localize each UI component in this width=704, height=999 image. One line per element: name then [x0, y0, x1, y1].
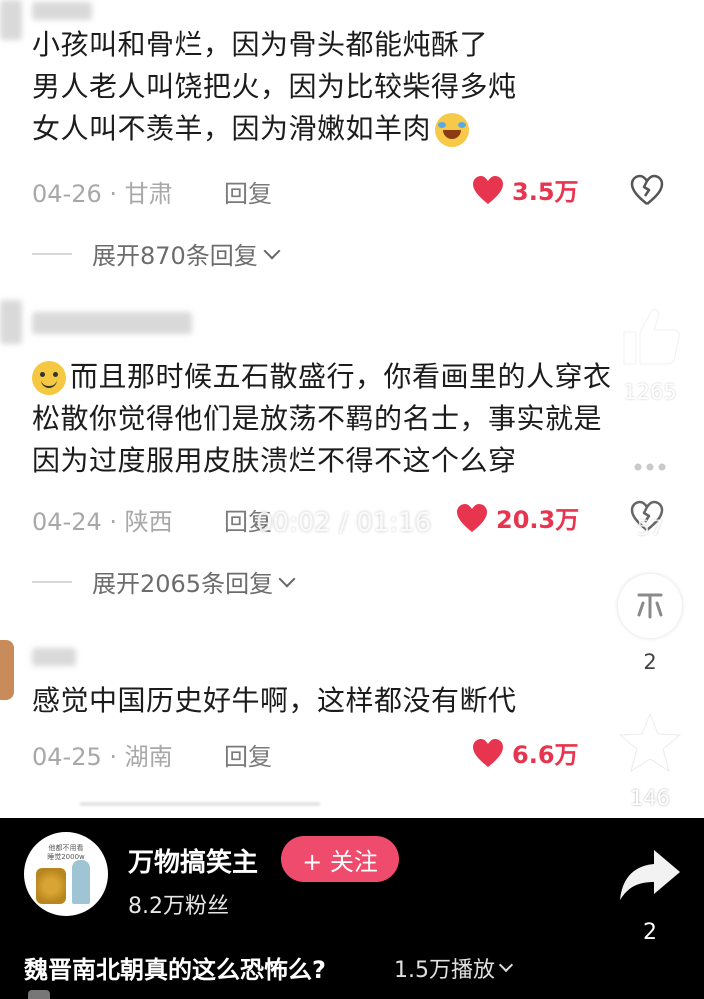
- comment-line: 女人叫不羡羊，因为滑嫩如羊肉: [32, 108, 592, 150]
- author-avatar[interactable]: 他都不用看 睡觉2000w: [24, 832, 108, 916]
- bottom-nav-icon-partial[interactable]: [28, 990, 50, 999]
- video-title: 魏晋南北朝真的这么恐怖么?: [24, 956, 326, 984]
- divider-line: [32, 580, 72, 583]
- comment-1-date-location: 04-26 · 甘肃: [32, 180, 173, 208]
- username-blurred[interactable]: [32, 312, 192, 334]
- comment-2-date-location: 04-24 · 陕西: [32, 508, 173, 536]
- share-count: 2: [643, 920, 657, 945]
- thumbs-up-icon: [623, 309, 680, 365]
- play-count: 1.5万播放: [394, 958, 495, 983]
- comment-1-like-button[interactable]: 3.5万: [472, 172, 579, 207]
- heart-filled-icon: [473, 738, 503, 767]
- comment-3-like-count: 6.6万: [512, 741, 579, 769]
- comment-3-date-location: 04-25 · 湖南: [32, 743, 173, 771]
- dislike-icon: [637, 593, 663, 619]
- avatar[interactable]: [0, 640, 14, 700]
- chevron-down-icon: [278, 570, 296, 587]
- laughing-crying-emoji-icon: [435, 113, 470, 147]
- next-comment-partial: [80, 802, 320, 806]
- like-video-button[interactable]: [614, 300, 686, 372]
- comment-line: 男人老人叫饶把火，因为比较柴得多炖: [32, 70, 517, 103]
- comment-1-reply-button[interactable]: 回复: [224, 174, 272, 209]
- comment-1-like-count: 3.5万: [512, 178, 579, 206]
- comment-1-expand-replies[interactable]: 展开870条回复: [32, 236, 281, 271]
- avatar-blurred[interactable]: [0, 300, 22, 344]
- heart-filled-icon: [457, 503, 487, 532]
- video-plays[interactable]: 1.5万播放: [394, 952, 514, 984]
- comment-video-button[interactable]: [616, 436, 684, 504]
- chevron-down-icon: [498, 957, 514, 973]
- dislike-video-button[interactable]: [618, 574, 682, 638]
- comment-2-expand-replies[interactable]: 展开2065条回复: [32, 564, 296, 599]
- video-time-overlay: 00:02 / 01:16: [256, 508, 432, 538]
- follow-button[interactable]: + 关注: [281, 836, 399, 882]
- comment-2-text: 而且那时候五石散盛行，你看画里的人穿衣 松散你觉得他们是放荡不羁的名士，事实就是…: [32, 356, 682, 482]
- comment-2-like-button[interactable]: 20.3万: [456, 500, 579, 535]
- comment-video-count: 57: [636, 516, 664, 540]
- author-name[interactable]: 万物搞笑主: [128, 842, 258, 879]
- share-arrow-icon: [620, 850, 680, 900]
- username-blurred[interactable]: [32, 648, 76, 666]
- comment-3-text: 感觉中国历史好牛啊，这样都没有断代: [32, 680, 632, 722]
- comment-2-like-count: 20.3万: [496, 506, 580, 534]
- comment-line: 因为过度服用皮肤溃烂不得不这个么穿: [32, 444, 517, 477]
- expand-label: 展开2065条回复: [92, 570, 274, 598]
- comment-line: 小孩叫和骨烂，因为骨头都能炖酥了: [32, 28, 489, 61]
- comment-bubble-icon: [622, 442, 678, 496]
- comment-3-reply-button[interactable]: 回复: [224, 737, 272, 772]
- dislike-video-count: 2: [643, 650, 657, 674]
- share-button[interactable]: [616, 844, 684, 904]
- collect-video-count: 146: [629, 786, 671, 810]
- chevron-down-icon: [263, 242, 281, 259]
- avatar-caption: 他都不用看 睡觉2000w: [47, 844, 85, 861]
- expand-label: 展开870条回复: [92, 242, 258, 270]
- avatar-blurred[interactable]: [0, 0, 22, 40]
- smile-emoji-icon: [32, 361, 66, 395]
- comment-line: 感觉中国历史好牛啊，这样都没有断代: [32, 684, 517, 717]
- like-video-count: 1265: [623, 380, 677, 404]
- comment-3-like-button[interactable]: 6.6万: [472, 735, 579, 770]
- comment-line: 而且那时候五石散盛行，你看画里的人穿衣: [32, 356, 682, 398]
- comment-line: 松散你觉得他们是放荡不羁的名士，事实就是: [32, 402, 603, 435]
- username-blurred[interactable]: [32, 2, 92, 20]
- heart-filled-icon: [473, 175, 503, 204]
- star-icon: [618, 712, 682, 773]
- divider-line: [32, 252, 72, 255]
- broken-heart-dislike-icon[interactable]: [630, 174, 664, 206]
- collect-video-button[interactable]: [616, 710, 684, 776]
- author-followers: 8.2万粉丝: [128, 894, 229, 919]
- comment-1-text: 小孩叫和骨烂，因为骨头都能炖酥了 男人老人叫饶把火，因为比较柴得多炖 女人叫不羡…: [32, 24, 592, 150]
